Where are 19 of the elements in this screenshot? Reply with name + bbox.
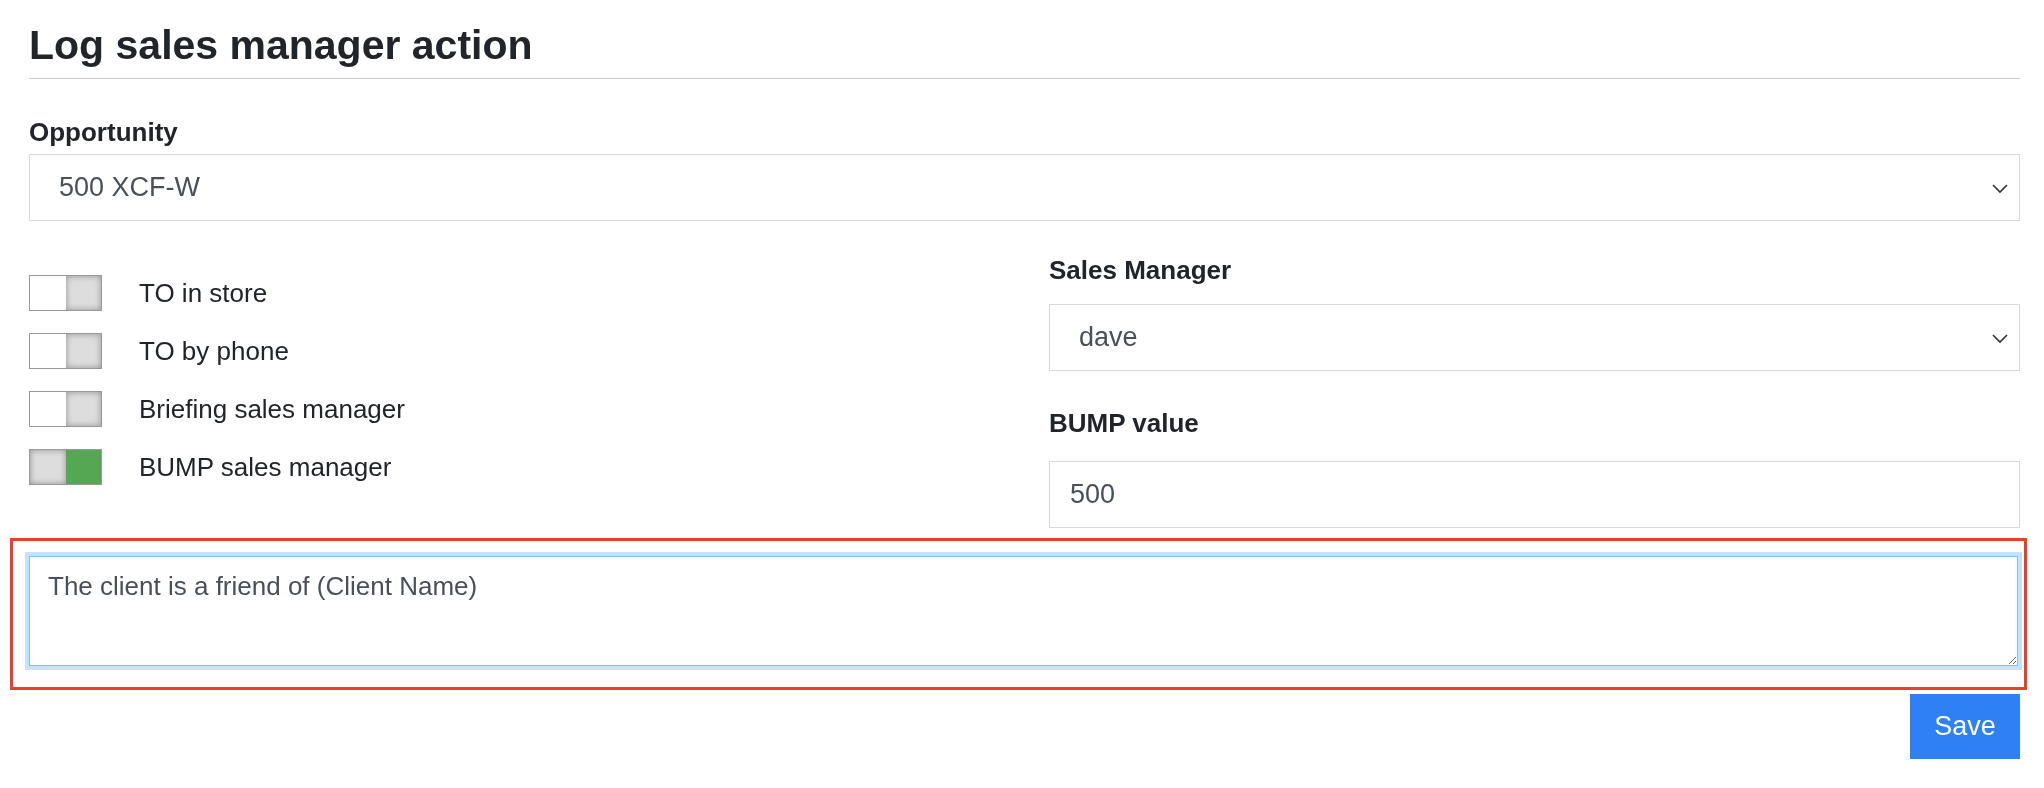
field-label: Sales Manager (1049, 255, 1233, 285)
toggle-switch[interactable] (29, 391, 102, 427)
toggle-switch[interactable] (29, 275, 102, 311)
field-label: BUMP value (1049, 408, 1200, 438)
chevron-down-icon (1991, 331, 2009, 344)
chevron-down-icon (1991, 181, 2009, 194)
toggle-label: BUMP sales manager (139, 452, 392, 482)
toggle-label: TO by phone (139, 336, 289, 366)
bump-value-input[interactable]: 500 (1049, 461, 2020, 528)
save-button[interactable]: Save (1910, 694, 2020, 759)
field-label: Opportunity (29, 117, 179, 147)
toggle-switch[interactable] (29, 333, 102, 369)
notes-textarea[interactable]: The client is a friend of (Client Name) (29, 556, 2018, 666)
toggle-switch[interactable] (29, 449, 102, 485)
page-title: Log sales manager action (29, 20, 2020, 79)
sales-manager-select[interactable]: dave (1049, 304, 2020, 371)
opportunity-select[interactable]: 500 XCF-W (29, 154, 2020, 221)
toggle-label: TO in store (139, 278, 268, 308)
toggle-label: Briefing sales manager (139, 394, 405, 424)
